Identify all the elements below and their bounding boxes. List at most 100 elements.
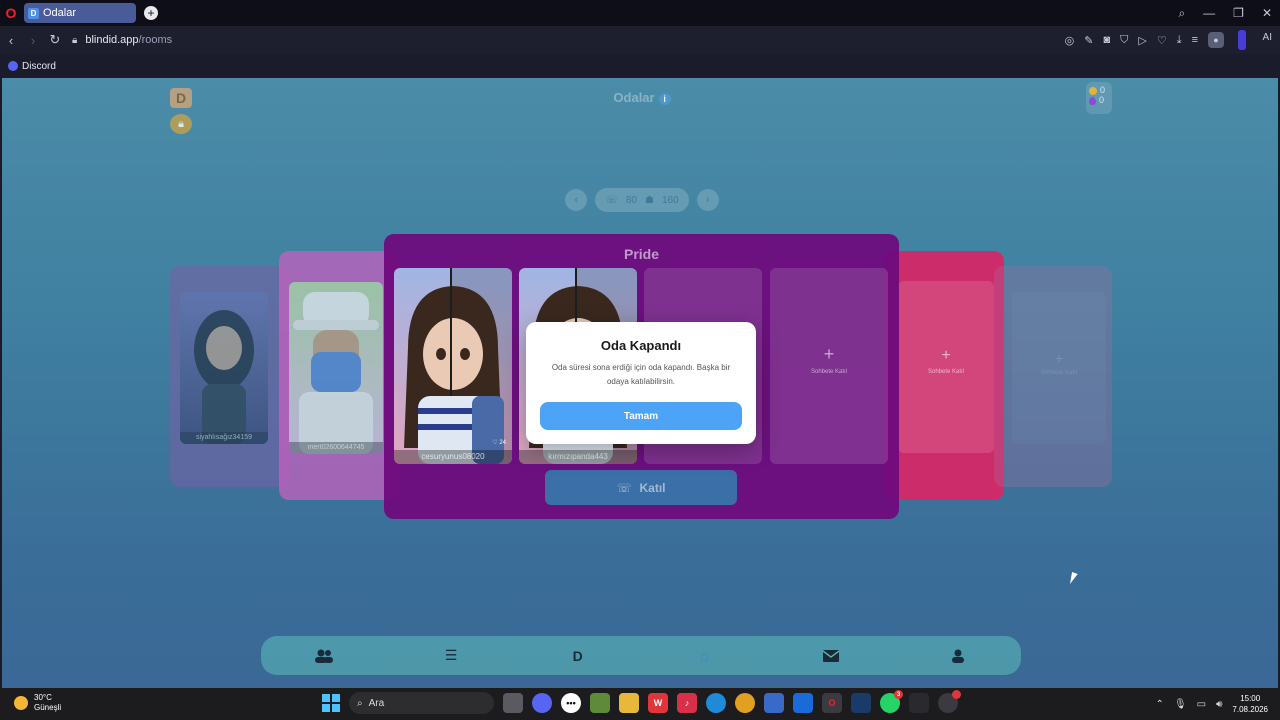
currency-panel[interactable]: 0 0 [1086, 82, 1112, 114]
modal-title: Oda Kapandı [600, 338, 682, 353]
minecraft-icon[interactable] [590, 693, 610, 713]
taskbar-search[interactable]: ⌕ Ara [349, 692, 494, 714]
display-icon[interactable]: ▭ [1197, 699, 1206, 710]
edge-icon[interactable] [706, 693, 726, 713]
blindid-favicon-icon: D [28, 7, 39, 19]
volume-icon[interactable]: 🔊︎ [1216, 699, 1222, 710]
file-explorer-icon[interactable] [619, 693, 639, 713]
room-card-far-right[interactable]: + Sohbete Katıl [994, 266, 1112, 487]
new-tab-button[interactable]: + [144, 6, 158, 20]
close-icon[interactable]: ✕ [1262, 6, 1272, 20]
steam-icon[interactable] [851, 693, 871, 713]
whatsapp-icon[interactable]: 3 [880, 690, 903, 713]
sidebar-indicator[interactable] [1238, 30, 1246, 50]
gem-icon [1089, 96, 1096, 105]
search-icon: ⌕ [357, 697, 363, 709]
room-counts: ☏ 80 ☗ 160 [595, 188, 689, 212]
avatar-portrait [404, 268, 512, 464]
bookmarks-bar: Discord [0, 54, 1280, 78]
profile-user-icon[interactable] [948, 646, 968, 666]
home-icon[interactable]: ⌂ [694, 646, 714, 666]
clock-time: 15:00 [1240, 694, 1261, 703]
opera-app-icon[interactable]: O [822, 693, 842, 713]
next-room-button[interactable]: › [696, 189, 719, 211]
windows-taskbar: 30°C Güneşli ⌕ Ara ••• W ♪ O 3 ⌃ 🎙︎ ▭ 🔊︎… [0, 688, 1280, 720]
search-tabs-icon[interactable]: ⌕ [1178, 6, 1185, 21]
room-card-left[interactable]: mert02600644745 [279, 251, 399, 500]
browser-tab[interactable]: D Odalar [24, 3, 136, 23]
play-icon[interactable]: ▷ [1138, 34, 1146, 47]
ok-button[interactable]: Tamam [540, 402, 742, 430]
empty-slot-label: Sohbete Katıl [810, 369, 848, 375]
reload-icon[interactable]: ↻ [44, 32, 66, 48]
empty-slot[interactable]: + Sohbete Katıl [1012, 292, 1106, 444]
wps-icon[interactable]: W [648, 693, 668, 713]
windows-start-icon[interactable] [322, 694, 340, 712]
gem-count: 0 [1099, 95, 1105, 105]
forward-icon[interactable]: › [22, 33, 44, 48]
browser-titlebar: O D Odalar + ⌕ — ❐ ✕ [0, 0, 1280, 26]
coin-count: 0 [1100, 85, 1106, 95]
restore-icon[interactable]: ❐ [1233, 6, 1244, 20]
music-app-icon[interactable]: ♪ [677, 693, 697, 713]
room-title: Pride [623, 246, 659, 262]
obs-icon[interactable] [938, 690, 961, 713]
lens-icon[interactable]: ◎ [1065, 34, 1075, 47]
back-icon[interactable]: ‹ [0, 33, 22, 48]
sun-icon [14, 696, 28, 710]
edit-icon[interactable]: ✎ [1084, 34, 1093, 47]
store-icon[interactable] [764, 693, 784, 713]
friends-icon[interactable] [314, 646, 334, 666]
room-card-right[interactable]: + Sohbete Katıl [884, 251, 1004, 500]
tab-title: Odalar [43, 7, 77, 19]
ai-button-label: AI [1262, 32, 1272, 43]
join-button[interactable]: ☏ Katıl [545, 470, 737, 505]
mail-icon-svg [822, 649, 839, 662]
member-name: kırmızıpanda443 [519, 450, 637, 464]
window-controls: ⌕ — ❐ ✕ [1178, 0, 1272, 26]
blindid-home-icon[interactable]: D [568, 646, 588, 666]
page-title-text: Odalar [613, 90, 655, 105]
shield-icon[interactable]: ⛉ [1120, 34, 1128, 47]
avatar-portrait [293, 292, 379, 454]
chat-app-icon[interactable]: ••• [561, 693, 581, 713]
room-closed-modal: Oda Kapandı Oda süresi sona erdiği için … [526, 322, 756, 444]
microphone-icon[interactable]: 🎙︎ [1174, 699, 1187, 710]
chrome-icon[interactable] [735, 693, 755, 713]
like-count: ♡ 24 [492, 440, 506, 446]
empty-slot-label: Sohbete Katıl [1040, 370, 1078, 376]
discord-icon [8, 61, 18, 71]
empty-slot[interactable]: + Sohbete Katıl [770, 268, 888, 464]
notification-badge: 3 [894, 690, 903, 699]
empty-slot[interactable]: + Sohbete Katıl [898, 281, 994, 453]
download-icon[interactable]: ⤓ [1177, 34, 1182, 47]
plus-icon: + [823, 344, 835, 364]
url-field[interactable]: 🔒︎ blindid.app/rooms [72, 34, 172, 46]
room-card-far-left[interactable]: siyahlısağız34159 [170, 266, 290, 487]
mail-icon[interactable] [821, 646, 841, 666]
prev-room-button[interactable]: ‹ [565, 189, 588, 211]
task-view-icon[interactable] [503, 693, 523, 713]
member-slot[interactable]: ♡ 24 cesuryunus08020 [394, 268, 512, 464]
minimize-icon[interactable]: — [1203, 6, 1215, 20]
monitor-app-icon[interactable] [909, 693, 929, 713]
bookmark-discord[interactable]: Discord [22, 61, 56, 72]
list-icon[interactable]: ☰ [441, 646, 461, 666]
outlook-icon[interactable] [793, 693, 813, 713]
user-count: 160 [661, 194, 679, 206]
search-placeholder: Ara [368, 697, 385, 709]
weather-widget[interactable]: 30°C Güneşli [14, 693, 61, 713]
ai-button[interactable]: AI [1263, 32, 1272, 43]
heart-icon[interactable]: ♡ [1157, 34, 1167, 47]
member-name: mert02600644745 [289, 442, 383, 454]
info-icon[interactable]: i [658, 93, 671, 105]
profile-icon[interactable]: ● [1208, 32, 1224, 48]
chevron-up-icon[interactable]: ⌃ [1156, 699, 1164, 710]
opera-menu-icon[interactable]: O [0, 0, 22, 26]
address-bar: ‹ › ↻ 🔒︎ blindid.app/rooms ◎ ✎ ◙ ⛉ ▷ ♡ ⤓… [0, 26, 1280, 54]
discord-app-icon[interactable] [532, 693, 552, 713]
clock[interactable]: 15:00 7.08.2026 [1232, 693, 1268, 715]
menu-icon[interactable]: ≡ [1192, 34, 1198, 46]
lock-badge-icon[interactable]: 🔒︎ [170, 114, 192, 134]
camera-icon[interactable]: ◙ [1103, 34, 1110, 46]
